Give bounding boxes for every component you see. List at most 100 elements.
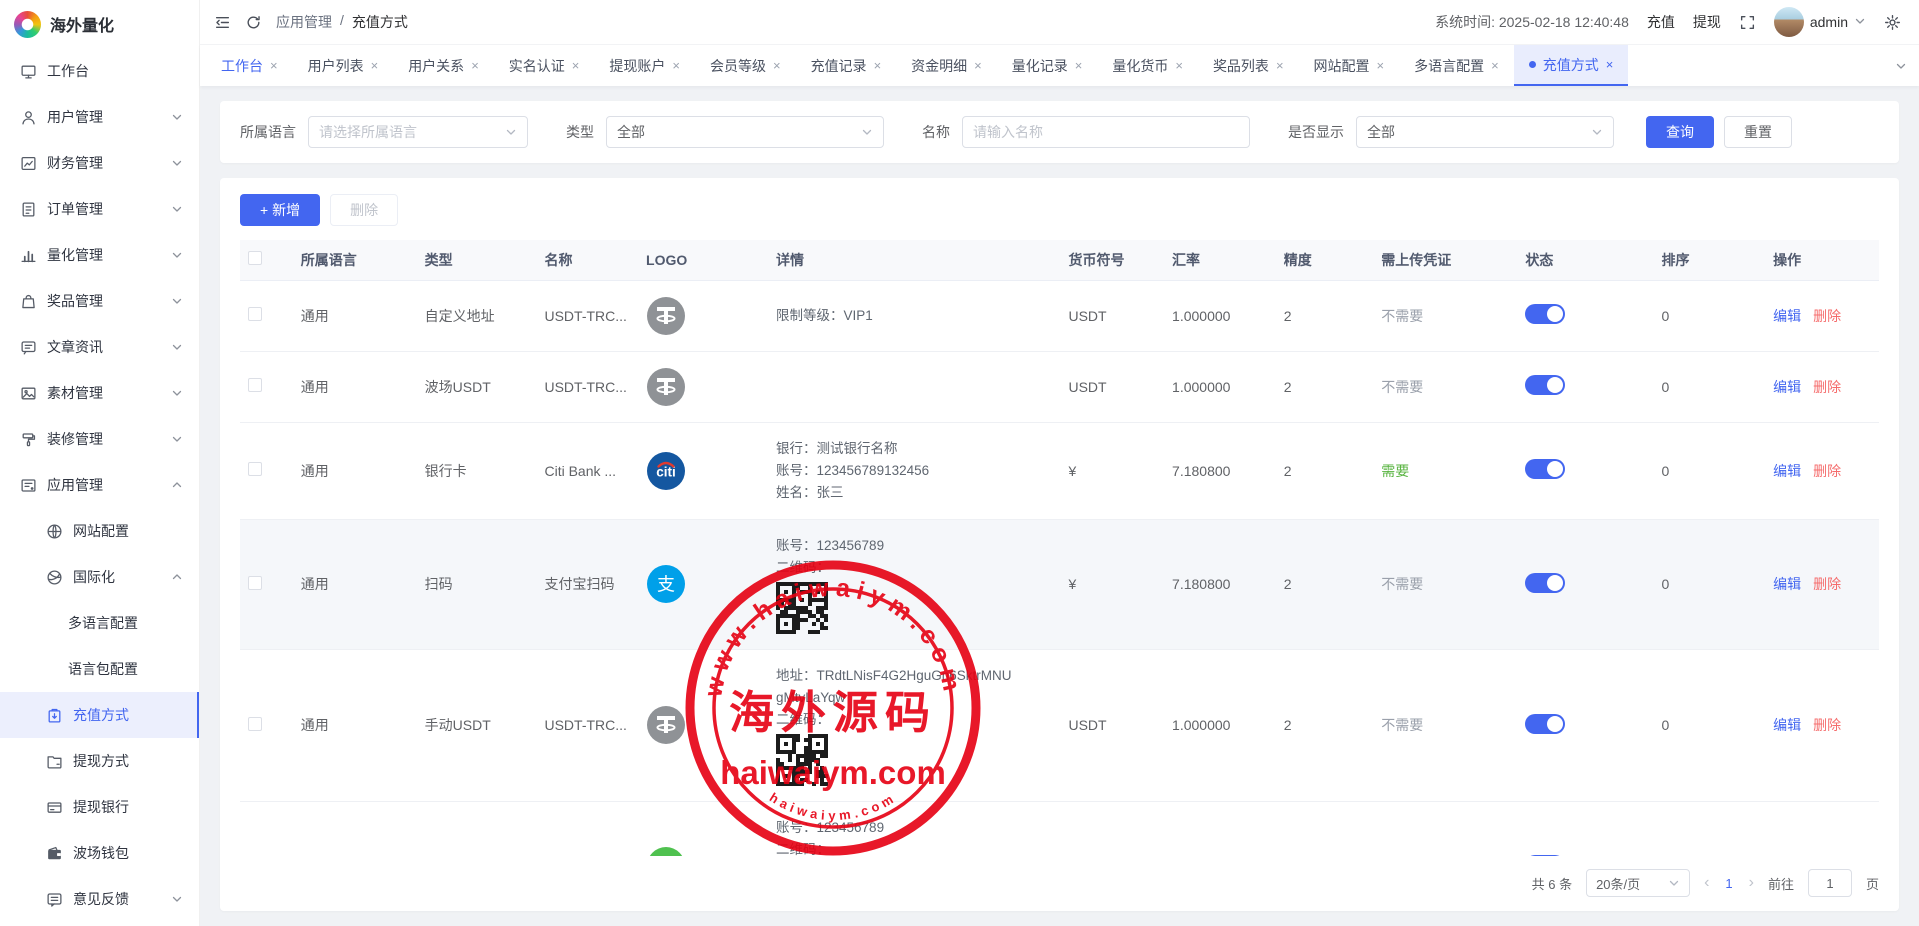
tab-10[interactable]: 奖品列表× bbox=[1198, 45, 1299, 86]
sidebar-item-label: 国际化 bbox=[73, 567, 115, 587]
close-tab-icon[interactable]: × bbox=[1175, 58, 1183, 73]
sidebar-item-7[interactable]: 素材管理 bbox=[0, 370, 199, 416]
close-tab-icon[interactable]: × bbox=[1606, 57, 1614, 72]
tab-9[interactable]: 量化货币× bbox=[1097, 45, 1198, 86]
delete-link[interactable]: 删除 bbox=[1813, 463, 1841, 479]
user-menu[interactable]: admin bbox=[1774, 7, 1866, 37]
close-tab-icon[interactable]: × bbox=[572, 58, 580, 73]
status-toggle[interactable] bbox=[1525, 714, 1565, 734]
prev-page-button[interactable]: ‹ bbox=[1704, 875, 1709, 891]
sidebar-item-label: 奖品管理 bbox=[47, 291, 103, 311]
sidebar-item-5[interactable]: 奖品管理 bbox=[0, 278, 199, 324]
avatar[interactable] bbox=[1774, 7, 1804, 37]
tab-7[interactable]: 资金明细× bbox=[896, 45, 997, 86]
sidebar-item-13[interactable]: 语言包配置 bbox=[0, 646, 199, 692]
close-tab-icon[interactable]: × bbox=[1075, 58, 1083, 73]
row-checkbox[interactable] bbox=[248, 576, 262, 590]
goto-page-input[interactable] bbox=[1808, 869, 1852, 897]
close-tab-icon[interactable]: × bbox=[874, 58, 882, 73]
close-tab-icon[interactable]: × bbox=[371, 58, 379, 73]
row-checkbox[interactable] bbox=[248, 462, 262, 476]
edit-link[interactable]: 编辑 bbox=[1773, 463, 1801, 479]
sidebar-item-12[interactable]: 多语言配置 bbox=[0, 600, 199, 646]
sidebar-item-3[interactable]: 订单管理 bbox=[0, 186, 199, 232]
collapse-sidebar-icon[interactable] bbox=[214, 14, 231, 31]
tab-label: 网站配置 bbox=[1314, 56, 1370, 76]
tab-13[interactable]: 充值方式× bbox=[1514, 45, 1629, 86]
tab-11[interactable]: 网站配置 × bbox=[1299, 45, 1400, 86]
sidebar-item-8[interactable]: 装修管理 bbox=[0, 416, 199, 462]
edit-link[interactable]: 编辑 bbox=[1773, 576, 1801, 592]
sidebar-item-18[interactable]: 意见反馈 bbox=[0, 876, 199, 922]
status-toggle[interactable] bbox=[1525, 573, 1565, 593]
tab-6[interactable]: 充值记录× bbox=[796, 45, 897, 86]
close-tab-icon[interactable]: × bbox=[974, 58, 982, 73]
delete-link[interactable]: 删除 bbox=[1813, 379, 1841, 395]
tab-4[interactable]: 提现账户× bbox=[594, 45, 695, 86]
settings-gear-icon[interactable] bbox=[1884, 14, 1901, 31]
column-header: 名称 bbox=[536, 240, 638, 280]
edit-link[interactable]: 编辑 bbox=[1773, 717, 1801, 733]
sidebar-item-10[interactable]: 网站配置 bbox=[0, 508, 199, 554]
add-button[interactable]: + 新增 bbox=[240, 194, 320, 226]
chevron-down-icon bbox=[171, 387, 183, 399]
sidebar-item-0[interactable]: 工作台 bbox=[0, 48, 199, 94]
cell-currency: ¥ bbox=[1060, 422, 1164, 519]
sidebar-item-14[interactable]: 充值方式 bbox=[0, 692, 199, 738]
sidebar-item-4[interactable]: 量化管理 bbox=[0, 232, 199, 278]
sidebar-item-6[interactable]: 文章资讯 bbox=[0, 324, 199, 370]
page-size-select[interactable]: 20条/页 bbox=[1586, 869, 1690, 897]
sidebar-item-16[interactable]: 提现银行 bbox=[0, 784, 199, 830]
sidebar-item-11[interactable]: 国际化 bbox=[0, 554, 199, 600]
tab-3[interactable]: 实名认证× bbox=[494, 45, 595, 86]
close-tab-icon[interactable]: × bbox=[471, 58, 479, 73]
sidebar-item-1[interactable]: 用户管理 bbox=[0, 94, 199, 140]
row-checkbox[interactable] bbox=[248, 307, 262, 321]
close-tab-icon[interactable]: × bbox=[773, 58, 781, 73]
recharge-link[interactable]: 充值 bbox=[1647, 12, 1675, 32]
delete-button[interactable]: 删除 bbox=[330, 194, 398, 226]
status-toggle[interactable] bbox=[1525, 304, 1565, 324]
sidebar-item-17[interactable]: 波场钱包 bbox=[0, 830, 199, 876]
sidebar-item-2[interactable]: 财务管理 bbox=[0, 140, 199, 186]
reset-button[interactable]: 重置 bbox=[1724, 116, 1792, 148]
refresh-icon[interactable] bbox=[245, 14, 262, 31]
delete-link[interactable]: 删除 bbox=[1813, 576, 1841, 592]
sidebar-item-15[interactable]: 提现方式 bbox=[0, 738, 199, 784]
tab-0[interactable]: 工作台× bbox=[206, 45, 293, 86]
close-tab-icon[interactable]: × bbox=[1377, 58, 1385, 73]
select-all-checkbox[interactable] bbox=[248, 251, 262, 265]
cell-rate: 7.180800 bbox=[1164, 801, 1276, 856]
filter-input-field[interactable] bbox=[973, 124, 1239, 140]
tab-12[interactable]: 多语言配置× bbox=[1399, 45, 1514, 86]
status-toggle[interactable] bbox=[1525, 375, 1565, 395]
filter-input-2[interactable] bbox=[962, 116, 1250, 148]
tab-5[interactable]: 会员等级× bbox=[695, 45, 796, 86]
breadcrumb-item[interactable]: 应用管理 bbox=[276, 12, 332, 32]
filter-select-0[interactable]: 请选择所属语言 bbox=[308, 116, 528, 148]
close-tab-icon[interactable]: × bbox=[1491, 58, 1499, 73]
close-tab-icon[interactable]: × bbox=[270, 58, 278, 73]
tab-2[interactable]: 用户关系× bbox=[393, 45, 494, 86]
delete-link[interactable]: 删除 bbox=[1813, 308, 1841, 324]
tab-1[interactable]: 用户列表× bbox=[293, 45, 394, 86]
row-checkbox[interactable] bbox=[248, 378, 262, 392]
close-tab-icon[interactable]: × bbox=[1276, 58, 1284, 73]
next-page-button[interactable]: › bbox=[1749, 875, 1754, 891]
search-button[interactable]: 查询 bbox=[1646, 116, 1714, 148]
sidebar-item-9[interactable]: 应用管理 bbox=[0, 462, 199, 508]
withdraw-link[interactable]: 提现 bbox=[1693, 12, 1721, 32]
fullscreen-icon[interactable] bbox=[1739, 14, 1756, 31]
status-toggle[interactable] bbox=[1525, 855, 1565, 857]
edit-link[interactable]: 编辑 bbox=[1773, 308, 1801, 324]
status-toggle[interactable] bbox=[1525, 459, 1565, 479]
current-page[interactable]: 1 bbox=[1723, 876, 1734, 891]
edit-link[interactable]: 编辑 bbox=[1773, 379, 1801, 395]
filter-select-1[interactable]: 全部 bbox=[606, 116, 884, 148]
filter-select-3[interactable]: 全部 bbox=[1356, 116, 1614, 148]
tab-8[interactable]: 量化记录× bbox=[997, 45, 1098, 86]
tab-options-chevron-icon[interactable] bbox=[1895, 60, 1907, 72]
row-checkbox[interactable] bbox=[248, 717, 262, 731]
delete-link[interactable]: 删除 bbox=[1813, 717, 1841, 733]
close-tab-icon[interactable]: × bbox=[672, 58, 680, 73]
